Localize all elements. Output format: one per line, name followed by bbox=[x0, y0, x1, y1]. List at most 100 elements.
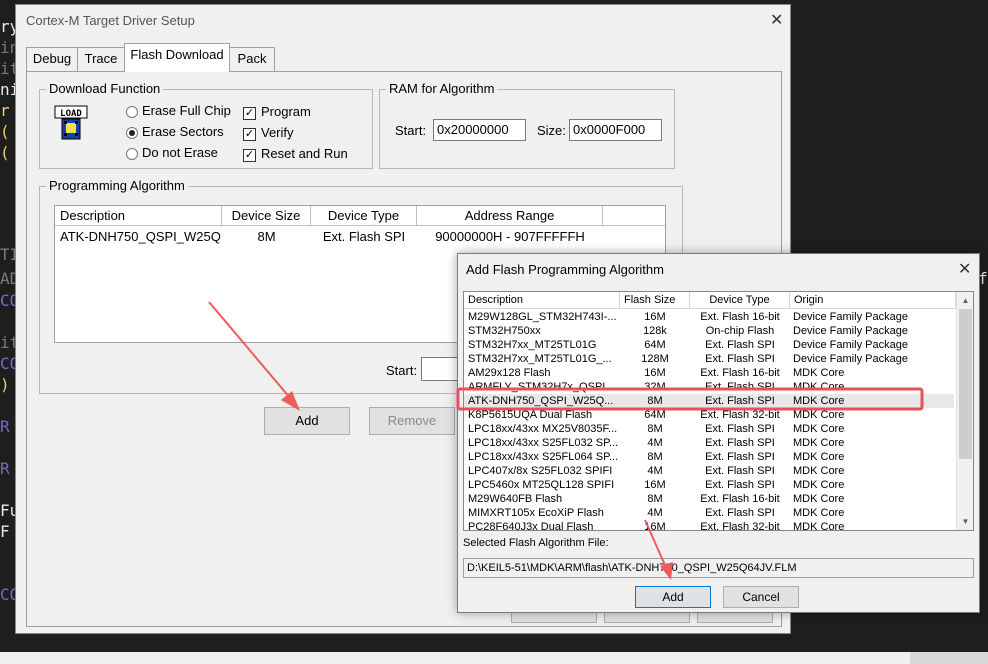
list-cell: Ext. Flash SPI bbox=[705, 353, 775, 365]
ram-start-label: Start: bbox=[395, 123, 427, 138]
list-item[interactable]: AM29x128 Flash 16M Ext. Flash 16-bit MDK Co… bbox=[464, 366, 954, 380]
algorithm-start-label: Start: bbox=[386, 363, 418, 378]
load-icon-text: LOAD bbox=[60, 109, 82, 119]
program-checkbox[interactable]: ✓ bbox=[243, 107, 256, 120]
list-cell: MDK Core bbox=[793, 493, 845, 505]
list-cell: M29W640FB Flash bbox=[468, 493, 563, 505]
column-header-device-type[interactable]: Device Type bbox=[311, 206, 417, 226]
list-item[interactable]: MIMXRT105x EcoXiP Flash 4M Ext. Flash SPI M… bbox=[464, 506, 954, 520]
add-button[interactable]: Add bbox=[264, 407, 350, 435]
list-cell: Ext. Flash SPI bbox=[705, 451, 775, 463]
algorithm-add-button[interactable]: Add bbox=[635, 586, 711, 608]
verify-label: Verify bbox=[261, 125, 294, 140]
list-cell: Device Family Package bbox=[793, 353, 908, 365]
table-row[interactable]: ATK-DNH750_QSPI_W25Q... 8M Ext. Flash SP… bbox=[55, 227, 665, 245]
list-cell: Device Family Package bbox=[793, 339, 908, 351]
code-fragment: F bbox=[0, 522, 10, 541]
list-item[interactable]: LPC18xx/43xx S25FL032 SP... 4M Ext. Flash … bbox=[464, 436, 954, 450]
list-item[interactable]: M29W640FB Flash 8M Ext. Flash 16-bit MDK Co… bbox=[464, 492, 954, 506]
list-cell: MDK Core bbox=[793, 479, 845, 491]
list-cell: 16M bbox=[644, 367, 666, 379]
list-item[interactable]: ATK-DNH750_QSPI_W25Q... 8M Ext. Flash SPI M… bbox=[464, 394, 954, 408]
reset-and-run-checkbox[interactable]: ✓ bbox=[243, 149, 256, 162]
group-title: RAM for Algorithm bbox=[386, 81, 498, 96]
do-not-erase-label: Do not Erase bbox=[142, 145, 218, 160]
column-header-flash-size[interactable]: Flash Size bbox=[620, 292, 690, 309]
column-header-description[interactable]: Description bbox=[55, 206, 222, 226]
ram-start-input[interactable]: 0x20000000 bbox=[433, 119, 526, 141]
list-cell: Ext. Flash 32-bit bbox=[700, 409, 780, 421]
list-cell: Ext. Flash SPI bbox=[705, 437, 775, 449]
list-cell: MDK Core bbox=[793, 451, 845, 463]
list-item[interactable]: LPC18xx/43xx MX25V8035F... 8M Ext. Flash S… bbox=[464, 422, 954, 436]
vertical-scrollbar[interactable]: ▲ ▼ bbox=[956, 292, 973, 530]
list-cell: Ext. Flash 16-bit bbox=[700, 311, 780, 323]
list-cell: Ext. Flash 32-bit bbox=[700, 521, 780, 531]
code-fragment: R bbox=[0, 459, 10, 478]
close-icon[interactable]: ✕ bbox=[770, 13, 783, 29]
tab-debug[interactable]: Debug bbox=[26, 47, 78, 71]
list-cell: 16M bbox=[644, 479, 666, 491]
do-not-erase-radio[interactable] bbox=[126, 148, 138, 160]
list-item[interactable]: STM32H7xx_MT25TL01G_... 128M Ext. Flash SP… bbox=[464, 352, 954, 366]
list-cell: Ext. Flash SPI bbox=[705, 339, 775, 351]
list-cell: MDK Core bbox=[793, 367, 845, 379]
list-cell: 16M bbox=[644, 311, 666, 323]
column-header-origin[interactable]: Origin bbox=[790, 292, 956, 309]
list-cell: MDK Core bbox=[793, 437, 845, 449]
list-cell: 64M bbox=[644, 339, 666, 351]
algorithm-start-input[interactable] bbox=[421, 357, 461, 381]
list-cell: STM32H7xx_MT25TL01G_... bbox=[468, 353, 612, 365]
list-item[interactable]: M29W128GL_STM32H743I-... 16M Ext. Flash 16… bbox=[464, 310, 954, 324]
list-cell: On-chip Flash bbox=[705, 325, 775, 337]
list-cell: LPC18xx/43xx S25FL064 SP... bbox=[468, 451, 618, 463]
tab-pack[interactable]: Pack bbox=[229, 47, 275, 71]
algorithm-cancel-button[interactable]: Cancel bbox=[723, 586, 799, 608]
list-item[interactable]: LPC5460x MT25QL128 SPIFI 16M Ext. Flash SP… bbox=[464, 478, 954, 492]
code-fragment: R bbox=[0, 417, 10, 436]
column-header-address-range[interactable]: Address Range bbox=[417, 206, 603, 226]
list-cell: MDK Core bbox=[793, 409, 845, 421]
tab-trace[interactable]: Trace bbox=[77, 47, 125, 71]
erase-sectors-radio[interactable] bbox=[126, 127, 138, 139]
column-header-description[interactable]: Description bbox=[464, 292, 620, 309]
list-cell: Device Family Package bbox=[793, 325, 908, 337]
list-item[interactable]: STM32H7xx_MT25TL01G 64M Ext. Flash SPI Devi… bbox=[464, 338, 954, 352]
list-item[interactable]: PC28F640J3x Dual Flash 16M Ext. Flash 32-b… bbox=[464, 520, 954, 531]
dialog-title: Cortex-M Target Driver Setup bbox=[26, 13, 195, 28]
column-header-device-size[interactable]: Device Size bbox=[222, 206, 311, 226]
list-item[interactable]: ARMFLY_STM32H7x_QSPI 32M Ext. Flash SPI MDK… bbox=[464, 380, 954, 394]
load-icon: LOAD bbox=[54, 105, 88, 141]
flash-algorithm-list[interactable]: Description Flash Size Device Type Origi… bbox=[463, 291, 974, 531]
ram-size-input[interactable]: 0x0000F000 bbox=[569, 119, 662, 141]
ram-for-algorithm-group: RAM for Algorithm Start: 0x20000000 Size… bbox=[379, 81, 675, 169]
table-cell: 90000000H - 907FFFFFH bbox=[435, 229, 585, 244]
editor-status-strip bbox=[0, 652, 988, 664]
list-cell: 128k bbox=[643, 325, 667, 337]
scroll-up-icon[interactable]: ▲ bbox=[957, 292, 973, 309]
erase-full-chip-radio[interactable] bbox=[126, 106, 138, 118]
tab-flash-download[interactable]: Flash Download bbox=[124, 43, 230, 72]
code-fragment: ( bbox=[0, 143, 10, 162]
list-cell: LPC5460x MT25QL128 SPIFI bbox=[468, 479, 615, 491]
list-cell: Ext. Flash SPI bbox=[705, 465, 775, 477]
scroll-down-icon[interactable]: ▼ bbox=[957, 513, 973, 530]
list-item[interactable]: LPC407x/8x S25FL032 SPIFI 4M Ext. Flash SP… bbox=[464, 464, 954, 478]
scroll-thumb[interactable] bbox=[959, 309, 972, 459]
list-cell: 4M bbox=[647, 437, 663, 449]
verify-checkbox[interactable]: ✓ bbox=[243, 128, 256, 141]
erase-sectors-label: Erase Sectors bbox=[142, 124, 224, 139]
list-item[interactable]: K8P5615UQA Dual Flash 64M Ext. Flash 32-bi… bbox=[464, 408, 954, 422]
column-header-device-type[interactable]: Device Type bbox=[690, 292, 790, 309]
list-cell: ATK-DNH750_QSPI_W25Q... bbox=[468, 395, 614, 407]
list-item[interactable]: LPC18xx/43xx S25FL064 SP... 8M Ext. Flash … bbox=[464, 450, 954, 464]
close-icon[interactable]: ✕ bbox=[958, 262, 971, 278]
list-cell: Ext. Flash SPI bbox=[705, 507, 775, 519]
reset-and-run-label: Reset and Run bbox=[261, 146, 348, 161]
list-cell: STM32H7xx_MT25TL01G bbox=[468, 339, 597, 351]
list-cell: 8M bbox=[647, 395, 663, 407]
erase-full-chip-label: Erase Full Chip bbox=[142, 103, 231, 118]
list-item[interactable]: STM32H750xx 128k On-chip Flash Device Famil… bbox=[464, 324, 954, 338]
remove-button[interactable]: Remove bbox=[369, 407, 455, 435]
table-cell: ATK-DNH750_QSPI_W25Q... bbox=[60, 229, 222, 244]
